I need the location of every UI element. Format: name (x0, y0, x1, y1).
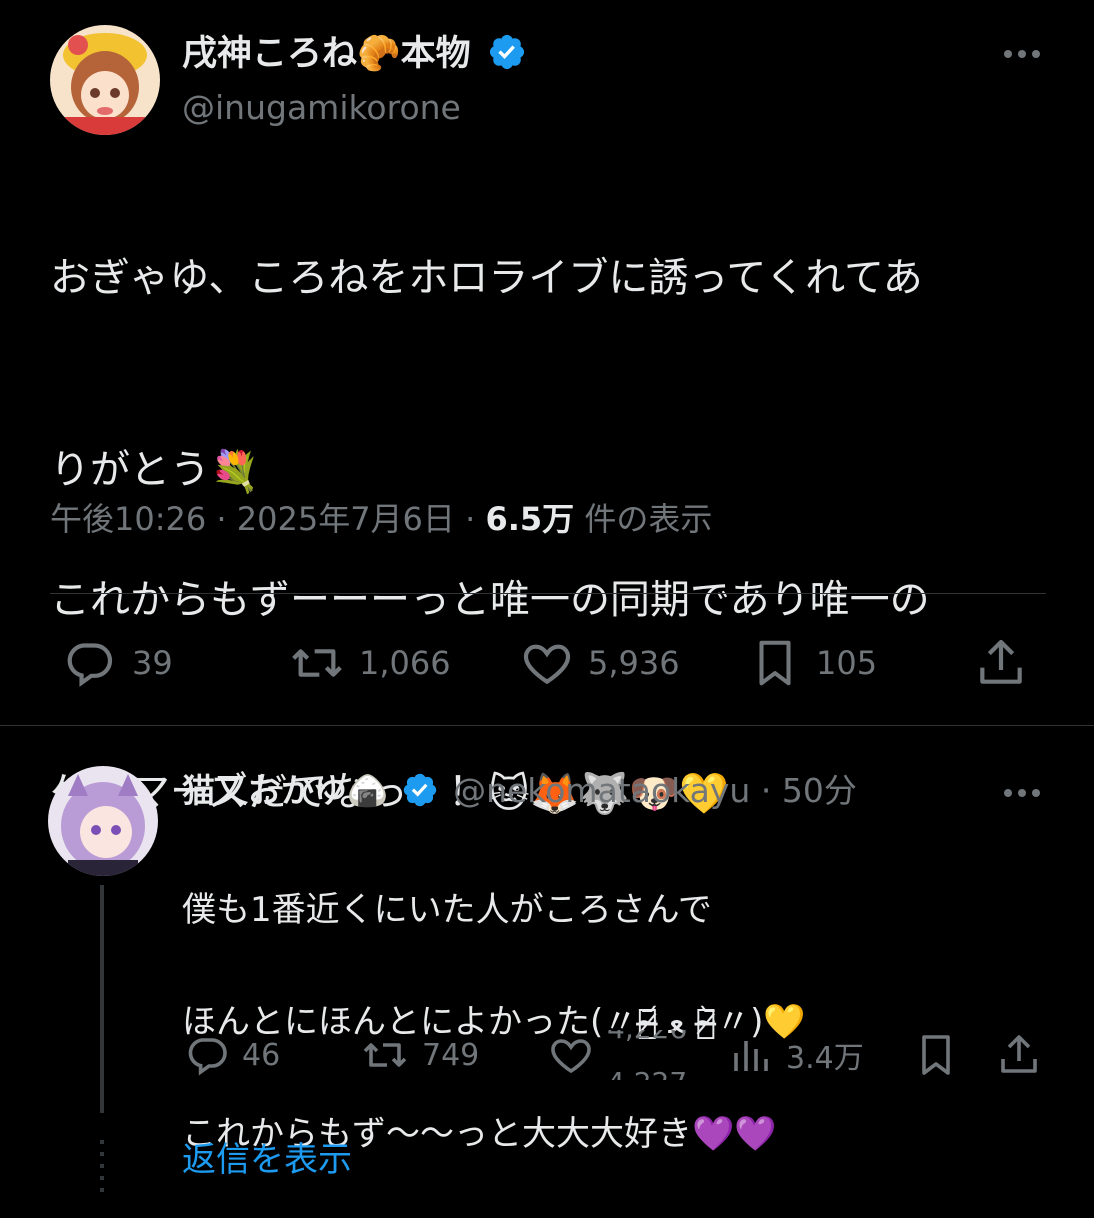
verified-badge-icon (489, 34, 524, 70)
analytics-icon (734, 1041, 768, 1071)
more-options-icon[interactable] (1000, 44, 1044, 64)
heart-icon (551, 1039, 591, 1074)
tweet-display-name[interactable]: 戌神ころね🥐本物 (182, 33, 527, 75)
reply-button[interactable]: 39 (60, 635, 173, 691)
like-button[interactable]: 5,936 (518, 635, 680, 691)
meta-separator: · (216, 500, 227, 538)
tweet-time[interactable]: 午後10:26 (50, 500, 206, 538)
reply-more-options-icon[interactable] (1000, 783, 1044, 803)
bookmark-button[interactable]: 105 (748, 635, 877, 691)
reply-views-button[interactable]: 3.4万 (728, 1030, 864, 1080)
reply-display-name[interactable]: 猫又おかゆ🍙 (182, 771, 388, 810)
reply-icon (188, 1038, 227, 1076)
reply-share-button[interactable] (994, 1030, 1044, 1080)
heart-icon (523, 644, 571, 685)
retweet-icon (363, 1043, 407, 1067)
avatar-korone[interactable] (50, 25, 160, 135)
reply-handle[interactable]: @nekomataokayu (453, 771, 750, 810)
bookmark-count: 105 (816, 644, 878, 682)
like-count-new: 4,227 (607, 1066, 687, 1080)
like-count: 5,936 (588, 644, 680, 682)
reply-views-count: 3.4万 (786, 1041, 864, 1076)
tweet-line-3: これからもずーーーっと唯一の同期であり唯一の (50, 577, 930, 623)
reply-retweet-count: 749 (422, 1037, 480, 1073)
thread-line-dots (100, 1140, 104, 1200)
thread-line (100, 885, 104, 1113)
views-count[interactable]: 6.5万 (485, 500, 574, 538)
reply-icon (67, 643, 113, 687)
retweet-count: 1,066 (359, 644, 451, 682)
reply-line-1: 僕も1番近くにいた人がころさんで (182, 890, 712, 930)
share-icon (1001, 1035, 1037, 1073)
meta-divider (50, 593, 1046, 594)
bookmark-icon (759, 640, 791, 686)
share-button[interactable] (972, 635, 1030, 691)
like-count-old: 4,226 (607, 1030, 687, 1045)
reply-like-button[interactable]: 4,226 4,227 (545, 1030, 707, 1080)
tweet-date[interactable]: 2025年7月6日 (237, 500, 455, 538)
avatar-okayu-image (48, 766, 158, 876)
like-count-rolling: 4,226 4,227 (607, 1030, 707, 1080)
avatar-korone-image (50, 25, 160, 135)
reply-header: 猫又おかゆ🍙 @nekomataokayu · 50分 (182, 768, 857, 814)
views-label: 件の表示 (584, 500, 713, 538)
show-replies-link[interactable]: 返信を表示 (182, 1136, 352, 1184)
retweet-icon (292, 649, 342, 677)
tweet-line-2-text: りがとう (50, 447, 210, 493)
bookmark-icon (922, 1035, 950, 1075)
avatar-okayu[interactable] (48, 766, 158, 876)
reply-count: 39 (132, 644, 173, 682)
share-icon (980, 639, 1022, 684)
reply-separator: · (760, 771, 772, 810)
tweet-divider (0, 725, 1094, 726)
reply-retweet-button[interactable]: 749 (358, 1030, 479, 1080)
tweet-line-2: りがとう💐 (50, 374, 1050, 504)
tweet-handle[interactable]: @inugamikorone (182, 86, 461, 130)
reply-bookmark-button[interactable] (912, 1030, 960, 1080)
reply-reply-count: 46 (242, 1037, 281, 1073)
retweet-button[interactable]: 1,066 (285, 635, 451, 691)
reply-time[interactable]: 50分 (782, 771, 857, 810)
meta-separator: · (465, 500, 476, 538)
tweet-line-1: おぎゃゆ、ころねをホロライブに誘ってくれてあ (50, 255, 923, 301)
verified-badge-icon (403, 773, 436, 806)
display-name-text: 戌神ころね🥐本物 (182, 34, 471, 74)
tweet-meta: 午後10:26 · 2025年7月6日 · 6.5万 件の表示 (50, 495, 712, 543)
reply-reply-button[interactable]: 46 (182, 1030, 280, 1080)
